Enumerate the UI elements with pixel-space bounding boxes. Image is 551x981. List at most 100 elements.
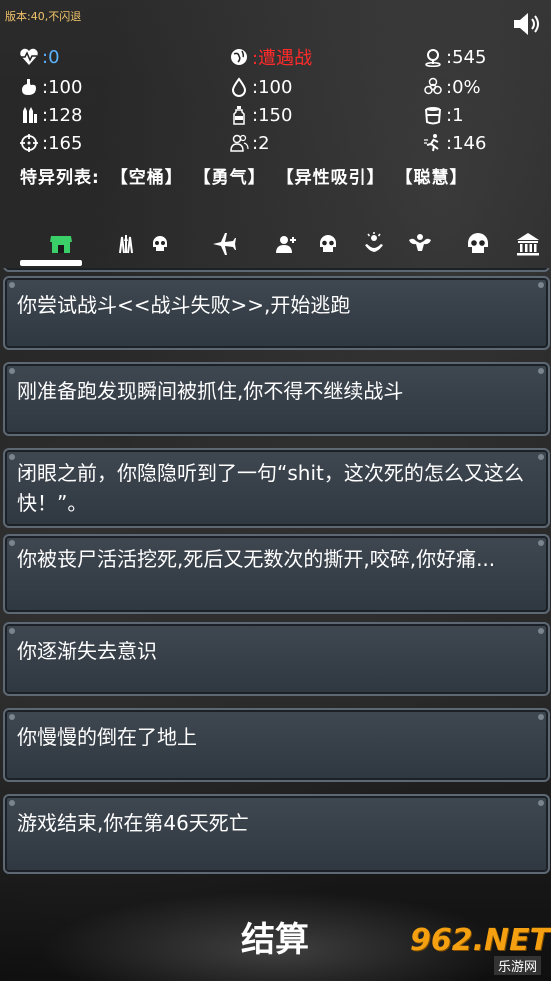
- traits-list: 特异列表: 【空桶】 【勇气】 【异性吸引】 【聪慧】: [20, 163, 472, 188]
- stat-accuracy-value: :165: [42, 132, 83, 154]
- stat-water: :150: [228, 102, 292, 128]
- heartbeat-icon: [18, 46, 40, 68]
- bank-icon: [517, 233, 539, 256]
- airplane-icon: [213, 233, 236, 255]
- stat-companions-value: :2: [252, 132, 270, 154]
- stat-speed: :146: [422, 130, 486, 156]
- rivet: [9, 454, 15, 460]
- log-entry: 你尝试战斗<<战斗失败>>,开始逃跑: [3, 276, 550, 350]
- rivet: [9, 540, 15, 546]
- log-entry: 你被丧尸活活挖死,死后又无数次的撕开,咬碎,你好痛...: [3, 534, 550, 614]
- sound-toggle-button[interactable]: [511, 10, 543, 38]
- bucket-icon: [422, 104, 444, 126]
- stomach-icon: [18, 76, 40, 98]
- tab-muscle[interactable]: [404, 228, 436, 260]
- speaker-icon: [514, 13, 539, 35]
- skull-icon: [153, 236, 167, 251]
- stat-encounter-value: :遭遇战: [252, 48, 313, 69]
- rivet: [538, 800, 544, 806]
- skull-icon: [320, 235, 336, 252]
- stat-water-value: :150: [252, 104, 293, 126]
- tab-add-person[interactable]: [270, 228, 302, 260]
- tab-airplane[interactable]: [208, 228, 240, 260]
- watermark-logo: 962.NET 乐游网: [410, 923, 550, 975]
- log-entry-text: 你尝试战斗<<战斗失败>>,开始逃跑: [17, 293, 351, 317]
- log-entry: 你逐渐失去意识: [3, 622, 550, 696]
- traits-label: 特异列表:: [20, 168, 100, 188]
- muscle-icon: [409, 234, 431, 251]
- rivet: [538, 540, 544, 546]
- hands-icon: [365, 232, 383, 252]
- stat-health-value: :0: [42, 46, 60, 68]
- shop-icon: [50, 236, 72, 253]
- rivet: [538, 282, 544, 288]
- settle-button[interactable]: 结算: [220, 912, 330, 968]
- log-card-partial: [3, 268, 550, 272]
- tab-weapons[interactable]: [110, 228, 142, 260]
- runner-icon: [422, 132, 444, 154]
- version-label: 版本:40,不闪退: [5, 10, 82, 23]
- water-drop-icon: [228, 76, 250, 98]
- tab-bar: [0, 228, 551, 268]
- rivet: [9, 714, 15, 720]
- trait-item: 【勇气】: [193, 168, 266, 188]
- tab-hands[interactable]: [358, 228, 390, 260]
- log-entry: 刚准备跑发现瞬间被抓住,你不得不继续战斗: [3, 362, 550, 436]
- log-entry-text: 闭眼之前，你隐隐听到了一句“shit，这次死的怎么又这么快！”。: [17, 461, 524, 515]
- stat-speed-value: :146: [446, 132, 487, 154]
- stat-ammo: :128: [18, 102, 82, 128]
- rivet: [9, 800, 15, 806]
- tab-bank[interactable]: [512, 228, 544, 260]
- bottle-icon: [228, 104, 250, 126]
- add-person-icon: [276, 236, 296, 253]
- log-entry-text: 你逐渐失去意识: [17, 639, 157, 663]
- stat-health: :0: [18, 44, 60, 70]
- stat-infection-value: :0%: [446, 76, 481, 98]
- crosshair-icon: [18, 132, 40, 154]
- rivet: [9, 368, 15, 374]
- weapons-icon: [119, 235, 133, 254]
- skull-icon: [468, 233, 488, 253]
- stat-hunger: :100: [18, 74, 82, 100]
- stat-container-value: :1: [446, 104, 464, 126]
- stat-infection: :0%: [422, 74, 481, 100]
- active-tab-indicator: [20, 260, 82, 266]
- rivet: [538, 368, 544, 374]
- trait-item: 【空桶】: [110, 168, 183, 188]
- watermark-sub-text: 乐游网: [493, 956, 541, 975]
- watermark-main-text: 962.NET: [410, 923, 551, 958]
- log-entry-text: 游戏结束,你在第46天死亡: [17, 811, 249, 835]
- trait-item: 【聪慧】: [395, 168, 468, 188]
- rivet: [538, 628, 544, 634]
- stat-location-value: :545: [446, 46, 487, 68]
- stat-accuracy: :165: [18, 130, 82, 156]
- log-entry: 闭眼之前，你隐隐听到了一句“shit，这次死的怎么又这么快！”。: [3, 448, 550, 528]
- group-icon: [228, 132, 250, 154]
- trait-item: 【异性吸引】: [276, 168, 385, 188]
- log-entry-text: 刚准备跑发现瞬间被抓住,你不得不继续战斗: [17, 379, 404, 403]
- stat-hunger-value: :100: [42, 76, 83, 98]
- stat-location: :545: [422, 44, 486, 70]
- tab-skull-3[interactable]: [462, 228, 494, 260]
- stat-thirst: :100: [228, 74, 292, 100]
- stat-companions: :2: [228, 130, 270, 156]
- map-pin-icon: [422, 46, 444, 68]
- event-log[interactable]: 你尝试战斗<<战斗失败>>,开始逃跑 刚准备跑发现瞬间被抓住,你不得不继续战斗 …: [0, 268, 551, 880]
- stat-container: :1: [422, 102, 464, 128]
- stat-encounter: :遭遇战: [228, 44, 312, 70]
- log-entry: 游戏结束,你在第46天死亡: [3, 794, 550, 874]
- log-entry: 你慢慢的倒在了地上: [3, 708, 550, 782]
- ammo-icon: [18, 104, 40, 126]
- globe-icon: [228, 46, 250, 68]
- rivet: [9, 282, 15, 288]
- biohazard-icon: [422, 76, 444, 98]
- tab-skull-2[interactable]: [312, 228, 344, 260]
- tab-shop[interactable]: [45, 228, 77, 260]
- rivet: [9, 628, 15, 634]
- log-entry-text: 你慢慢的倒在了地上: [17, 725, 197, 749]
- rivet: [538, 454, 544, 460]
- log-entry-text: 你被丧尸活活挖死,死后又无数次的撕开,咬碎,你好痛...: [17, 547, 496, 571]
- tab-skull-1[interactable]: [144, 228, 176, 260]
- stat-thirst-value: :100: [252, 76, 293, 98]
- stat-ammo-value: :128: [42, 104, 83, 126]
